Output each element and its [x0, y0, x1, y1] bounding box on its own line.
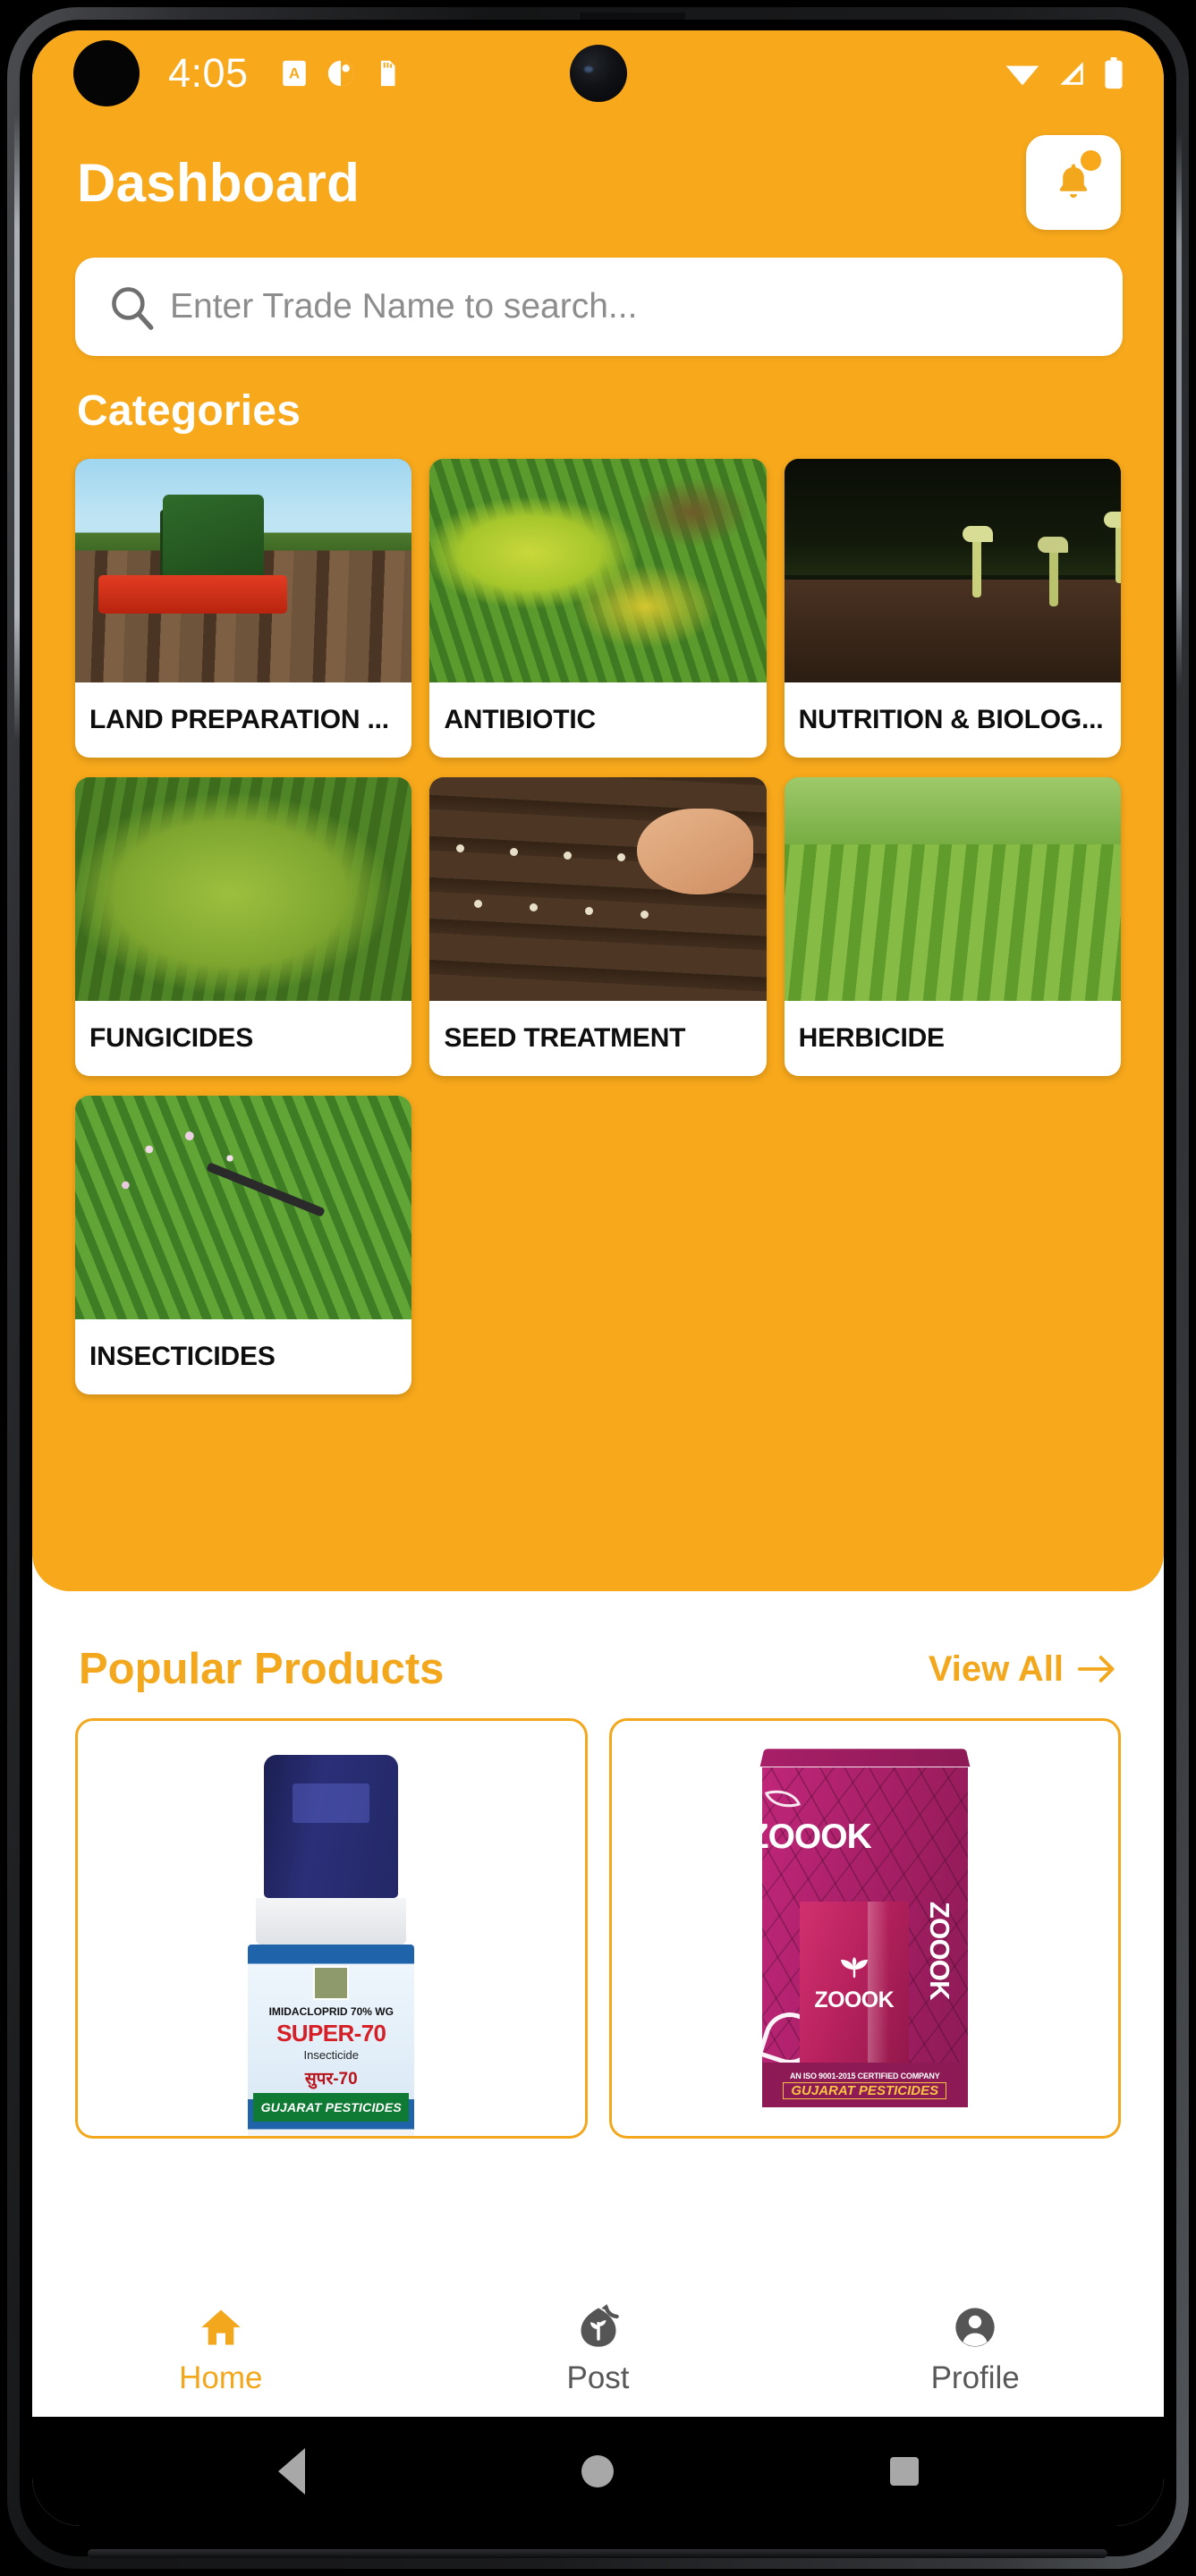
box-cutout-window: ZOOOK — [799, 1902, 909, 2089]
product-name-partial: ZOOOK — [762, 1818, 872, 1856]
account-circle-icon — [955, 2307, 995, 2347]
search-input[interactable] — [170, 287, 1092, 326]
sprouting-seedlings-image — [784, 459, 1121, 682]
product-active-ingredient: IMIDACLOPRID 70% WG — [268, 2005, 394, 2018]
popular-products-section: Popular Products View All IMIDACLOPRID 7… — [32, 1591, 1164, 2139]
category-label: FUNGICIDES — [89, 1023, 254, 1053]
search-icon — [112, 287, 154, 330]
nav-label: Profile — [930, 2360, 1020, 2395]
notifications-button[interactable] — [1026, 135, 1121, 230]
status-bar-clock: 4:05 — [168, 50, 249, 96]
popular-products-title: Popular Products — [79, 1645, 445, 1693]
bottle-cap-highlight — [293, 1784, 370, 1823]
view-all-label: View All — [928, 1648, 1064, 1689]
nav-item-profile[interactable]: Profile — [786, 2304, 1164, 2396]
post-sprout-icon — [581, 2303, 619, 2347]
do-not-disturb-icon — [327, 60, 353, 87]
zoook-box-image: ZOOOK ZOOOK — [759, 1748, 971, 2107]
category-card-nutrition-biologicals[interactable]: NUTRITION & BIOLOG... — [784, 459, 1121, 758]
status-bar: 4:05 A — [32, 30, 1164, 116]
product-type: Insecticide — [303, 2048, 359, 2062]
cellular-signal-icon — [1060, 62, 1083, 85]
phone-frame: 4:05 A Dashboard Enter Trade Name to sea… — [7, 7, 1189, 2569]
category-label: NUTRITION & BIOLOG... — [798, 705, 1104, 734]
product-brand: GUJARAT PESTICIDES — [260, 2100, 402, 2114]
product-card-super-70[interactable]: IMIDACLOPRID 70% WG SUPER-70 Insecticide… — [75, 1718, 588, 2139]
arrow-right-icon — [1078, 1656, 1115, 1682]
product-card-zoook[interactable]: ZOOOK ZOOOK — [608, 1718, 1121, 2139]
category-label: ANTIBIOTIC — [444, 705, 596, 734]
nav-label: Home — [179, 2360, 263, 2395]
product-name-hindi: सुपर-70 — [304, 2070, 358, 2089]
young-corn-crop-image — [784, 777, 1121, 1001]
category-label: INSECTICIDES — [89, 1342, 276, 1371]
alphabet-mode-icon: A — [282, 60, 306, 87]
popular-products-header: Popular Products View All — [75, 1591, 1121, 1707]
nav-label: Post — [566, 2360, 630, 2395]
super-70-bottle-image: IMIDACLOPRID 70% WG SUPER-70 Insecticide… — [246, 1755, 416, 2136]
bottle-label: IMIDACLOPRID 70% WG SUPER-70 Insecticide… — [248, 1945, 415, 2136]
bottom-navigation-bar: Home Post Profile — [32, 2283, 1164, 2417]
categories-grid: LAND PREPARATION ... ANTIBIOTIC NUTRITIO… — [32, 436, 1164, 1394]
leaf-logo-icon — [764, 1783, 801, 1815]
wifi-icon — [1005, 65, 1039, 86]
sd-card-icon — [380, 60, 395, 87]
search-bar[interactable] — [75, 258, 1123, 356]
inner-leaf-logo-icon — [840, 1957, 868, 1979]
nav-item-post[interactable]: Post — [410, 2303, 787, 2396]
bottle-product-name: ZOOOK — [814, 1987, 895, 2012]
category-card-insecticides[interactable]: INSECTICIDES — [75, 1096, 412, 1394]
notification-badge — [1081, 150, 1101, 171]
front-camera-punch-hole — [73, 40, 140, 106]
category-card-herbicide[interactable]: HERBICIDE — [784, 777, 1121, 1076]
phone-screen: 4:05 A Dashboard Enter Trade Name to sea… — [32, 30, 1164, 2526]
spraying-green-crop-image — [75, 1096, 412, 1319]
battery-icon — [1105, 57, 1123, 89]
bottle-neck — [256, 1898, 407, 1945]
iso-certification-text: AN ISO 9001-2015 CERTIFIED COMPANY — [789, 2071, 940, 2080]
product-name: SUPER-70 — [276, 2020, 386, 2046]
label-mascot-graphic — [313, 1966, 350, 2000]
home-icon — [201, 2309, 241, 2344]
category-card-seed-treatment[interactable]: SEED TREATMENT — [429, 777, 767, 1076]
frame-bottom-seam — [88, 2549, 1107, 2558]
box-front-face: ZOOOK ZOOOK — [761, 1767, 968, 2107]
brand-bar: GUJARAT PESTICIDES — [253, 2093, 410, 2122]
popular-products-grid: IMIDACLOPRID 70% WG SUPER-70 Insecticide… — [75, 1707, 1121, 2139]
home-circle-icon[interactable] — [581, 2455, 614, 2487]
dashboard-header: Dashboard — [32, 116, 1164, 233]
spotted-diseased-leaf-image — [75, 777, 412, 1001]
category-label: SEED TREATMENT — [444, 1023, 686, 1053]
frame-edge-highlight-right — [1175, 132, 1182, 687]
yellowing-diseased-leaves-image — [429, 459, 767, 682]
svg-text:A: A — [288, 65, 299, 82]
categories-section-title: Categories — [77, 387, 301, 435]
recents-square-icon[interactable] — [889, 2457, 919, 2486]
back-triangle-icon[interactable] — [277, 2448, 305, 2495]
box-side-product-name: ZOOOK — [923, 1902, 955, 2000]
dashboard-orange-panel: 4:05 A Dashboard Enter Trade Name to sea… — [32, 30, 1164, 1591]
category-card-fungicides[interactable]: FUNGICIDES — [75, 777, 412, 1076]
android-system-navigation-bar — [32, 2417, 1164, 2526]
hand-sowing-seeds-image — [429, 777, 767, 1001]
tractor-tilling-field-image — [75, 459, 412, 682]
bottle-cap — [264, 1755, 399, 1898]
category-label: LAND PREPARATION ... — [89, 705, 389, 734]
status-bar-right-icons — [1005, 57, 1124, 89]
page-title: Dashboard — [77, 152, 360, 213]
view-all-button[interactable]: View All — [929, 1649, 1117, 1690]
product-brand: GUJARAT PESTICIDES — [783, 2081, 947, 2099]
category-label: HERBICIDE — [798, 1023, 945, 1053]
nav-item-home[interactable]: Home — [32, 2304, 410, 2396]
center-camera-dot — [569, 45, 627, 102]
status-bar-left-icons: A — [279, 58, 403, 89]
box-top-face — [759, 1749, 971, 1767]
box-footer: AN ISO 9001-2015 CERTIFIED COMPANY GUJAR… — [761, 2063, 968, 2107]
category-card-antibiotic[interactable]: ANTIBIOTIC — [429, 459, 767, 758]
category-card-land-preparation[interactable]: LAND PREPARATION ... — [75, 459, 412, 758]
